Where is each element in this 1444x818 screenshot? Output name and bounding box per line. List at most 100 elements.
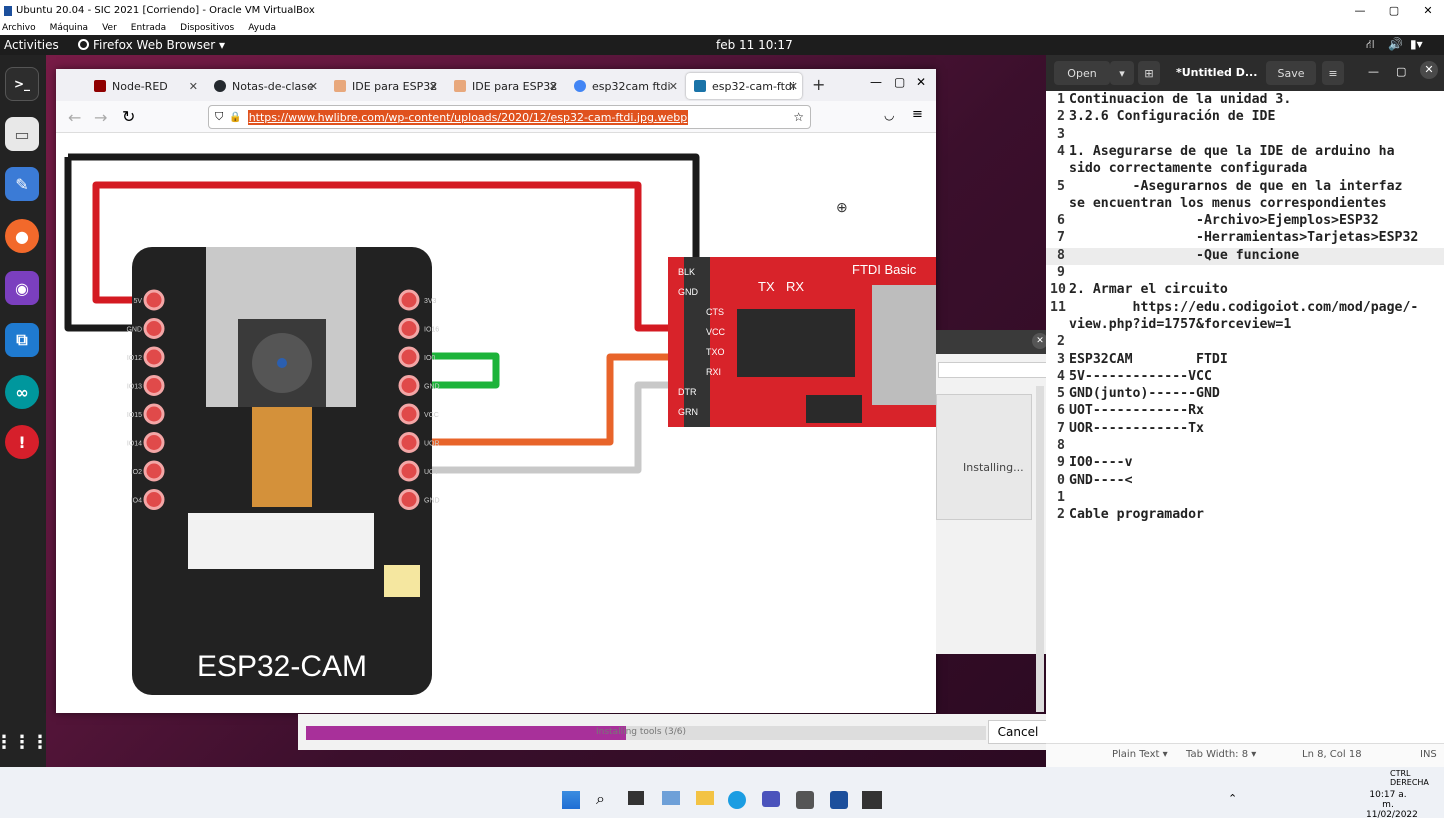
task-view-icon[interactable] (628, 791, 644, 805)
minimize-icon[interactable]: — (1368, 65, 1379, 78)
node-red-icon (94, 80, 106, 92)
tray-overflow-icon[interactable]: ⌃ (1228, 792, 1237, 805)
close-tab-icon[interactable]: ✕ (549, 80, 558, 93)
battery-icon[interactable]: ▮▾ (1410, 37, 1423, 51)
document-title: *Untitled D... (1176, 66, 1258, 79)
app-icon-active[interactable] (862, 791, 882, 809)
text-editor[interactable]: 1 Continuacion de la unidad 3. 2 3.2.6 Conf… (1046, 91, 1444, 741)
tab-google[interactable]: esp32cam ftdi ✕ (566, 73, 682, 99)
close-tab-icon[interactable]: ✕ (669, 80, 678, 93)
menu-dispositivos[interactable]: Dispositivos (180, 23, 234, 33)
minimize-icon[interactable]: — (1344, 0, 1376, 21)
back-icon[interactable]: ← (68, 108, 81, 127)
show-apps-icon[interactable]: ⋮⋮⋮ (0, 725, 49, 759)
pin-label: 3V3 (424, 298, 437, 305)
search-icon[interactable]: ⌕ (596, 789, 605, 809)
edge-icon[interactable] (728, 791, 746, 809)
host-key-label: CTRL DERECHA (1390, 769, 1429, 787)
menu-icon[interactable]: ≡ (1322, 61, 1344, 85)
menu-archivo[interactable]: Archivo (2, 23, 36, 33)
close-tab-icon[interactable]: ✕ (309, 80, 318, 93)
app-menu[interactable]: Firefox Web Browser ▾ (93, 38, 225, 52)
open-button[interactable]: Open (1054, 61, 1110, 85)
url-bar[interactable]: ⛉ 🔒 https://www.hwlibre.com/wp-content/u… (208, 105, 811, 129)
line-number: 4 (1057, 143, 1065, 159)
vscode-icon[interactable]: ⧉ (5, 323, 39, 357)
activities-button[interactable]: Activities (4, 38, 59, 52)
tab-width-selector[interactable]: Tab Width: 8 ▾ (1186, 749, 1256, 760)
virtualbox-icon (4, 5, 12, 16)
forward-icon[interactable]: → (94, 108, 107, 127)
line-number: 2 (1057, 109, 1065, 125)
arduino-icon[interactable]: ∞ (5, 375, 39, 409)
software-updater-icon[interactable]: ! (5, 425, 39, 459)
site-icon (334, 80, 346, 92)
volume-icon[interactable]: 🔊 (1388, 37, 1403, 51)
maximize-icon[interactable]: ▢ (1396, 65, 1406, 78)
close-tab-icon[interactable]: ✕ (189, 80, 198, 93)
url-text[interactable]: https://www.hwlibre.com/wp-content/uploa… (247, 109, 689, 125)
close-tab-icon[interactable]: ✕ (789, 80, 798, 93)
maximize-icon[interactable]: ▢ (894, 75, 905, 89)
network-icon[interactable]: ⛙ (1366, 37, 1374, 53)
line-text: sido correctamente configurada (1069, 161, 1308, 177)
menu-entrada[interactable]: Entrada (131, 23, 166, 33)
tab-ide-1[interactable]: IDE para ESP32 ✕ (326, 73, 442, 99)
taskbar-clock[interactable]: 10:17 a. m. 11/02/2022 (1366, 790, 1418, 818)
line-number: 0 (1057, 472, 1065, 488)
tracking-shield-icon[interactable]: ⛉ (215, 110, 223, 124)
cursor-position[interactable]: Ln 8, Col 18 (1302, 749, 1362, 760)
menu-maquina[interactable]: Máquina (50, 23, 88, 33)
tab-node-red[interactable]: Node-RED ✕ (86, 73, 202, 99)
dialog-field (938, 362, 1048, 378)
virtualbox-taskbar-icon[interactable] (830, 791, 848, 809)
scrollbar[interactable] (1036, 386, 1044, 712)
clock[interactable]: feb 11 10:17 (716, 38, 793, 52)
file-explorer-icon[interactable] (696, 791, 714, 805)
tab-ide-2[interactable]: IDE para ESP32 ✕ (446, 73, 562, 99)
navigation-toolbar: ← → ↻ ⛉ 🔒 https://www.hwlibre.com/wp-con… (56, 101, 936, 133)
close-icon[interactable]: ✕ (916, 75, 926, 89)
installing-label: Installing... (963, 461, 1024, 474)
github-icon[interactable]: ◉ (5, 271, 39, 305)
text-editor-icon[interactable]: ✎ (5, 167, 39, 201)
line-text: 1. Asegurarse de que la IDE de arduino h… (1069, 143, 1395, 159)
firefox-icon[interactable]: ● (5, 219, 39, 253)
start-icon[interactable] (562, 791, 580, 809)
tab-strip: Node-RED ✕ Notas-de-clase ✕ IDE para ESP32… (56, 69, 936, 101)
close-icon[interactable]: ✕ (1412, 0, 1444, 21)
bookmark-star-icon[interactable]: ☆ (793, 110, 804, 124)
lock-icon[interactable]: 🔒 (229, 112, 241, 123)
widgets-icon[interactable] (662, 791, 680, 805)
new-tab-icon[interactable]: ⊞ (1138, 61, 1160, 85)
app-icon[interactable] (796, 791, 814, 809)
line-text: -Asegurarnos de que en la interfaz (1069, 178, 1403, 194)
camera-sensor (277, 358, 287, 368)
save-button[interactable]: Save (1266, 61, 1316, 85)
pin-label: IO14 (127, 441, 142, 448)
maximize-icon[interactable]: ▢ (1378, 0, 1410, 21)
open-dropdown-icon[interactable]: ▾ (1110, 61, 1134, 85)
gedit-headerbar: Open ▾ ⊞ *Untitled D... Save ≡ — ▢ ✕ (1046, 55, 1444, 91)
menu-ayuda[interactable]: Ayuda (248, 23, 276, 33)
minimize-icon[interactable]: — (870, 75, 882, 89)
language-selector[interactable]: Plain Text ▾ (1112, 749, 1168, 760)
menu-ver[interactable]: Ver (102, 23, 117, 33)
tab-notas[interactable]: Notas-de-clase ✕ (206, 73, 322, 99)
pocket-icon[interactable]: ◡ (884, 108, 894, 122)
close-icon[interactable]: ✕ (1420, 61, 1438, 79)
reload-icon[interactable]: ↻ (122, 107, 135, 126)
files-icon[interactable]: ▭ (5, 117, 39, 151)
new-tab-button[interactable]: + (812, 75, 825, 94)
teams-icon[interactable] (762, 791, 780, 807)
vbox-title-text: Ubuntu 20.04 - SIC 2021 [Corriendo] - Or… (16, 5, 315, 16)
terminal-icon[interactable]: >_ (5, 67, 39, 101)
hamburger-menu-icon[interactable]: ≡ (912, 107, 923, 122)
insert-mode: INS (1420, 749, 1437, 760)
ftdi-pin-label: GND (678, 287, 699, 297)
tab-active[interactable]: esp32-cam-ftdi ✕ (686, 73, 802, 99)
close-tab-icon[interactable]: ✕ (429, 80, 438, 93)
line-number: 4 (1057, 368, 1065, 384)
line-number: 6 (1057, 403, 1065, 419)
cancel-button[interactable]: Cancel (988, 720, 1048, 744)
